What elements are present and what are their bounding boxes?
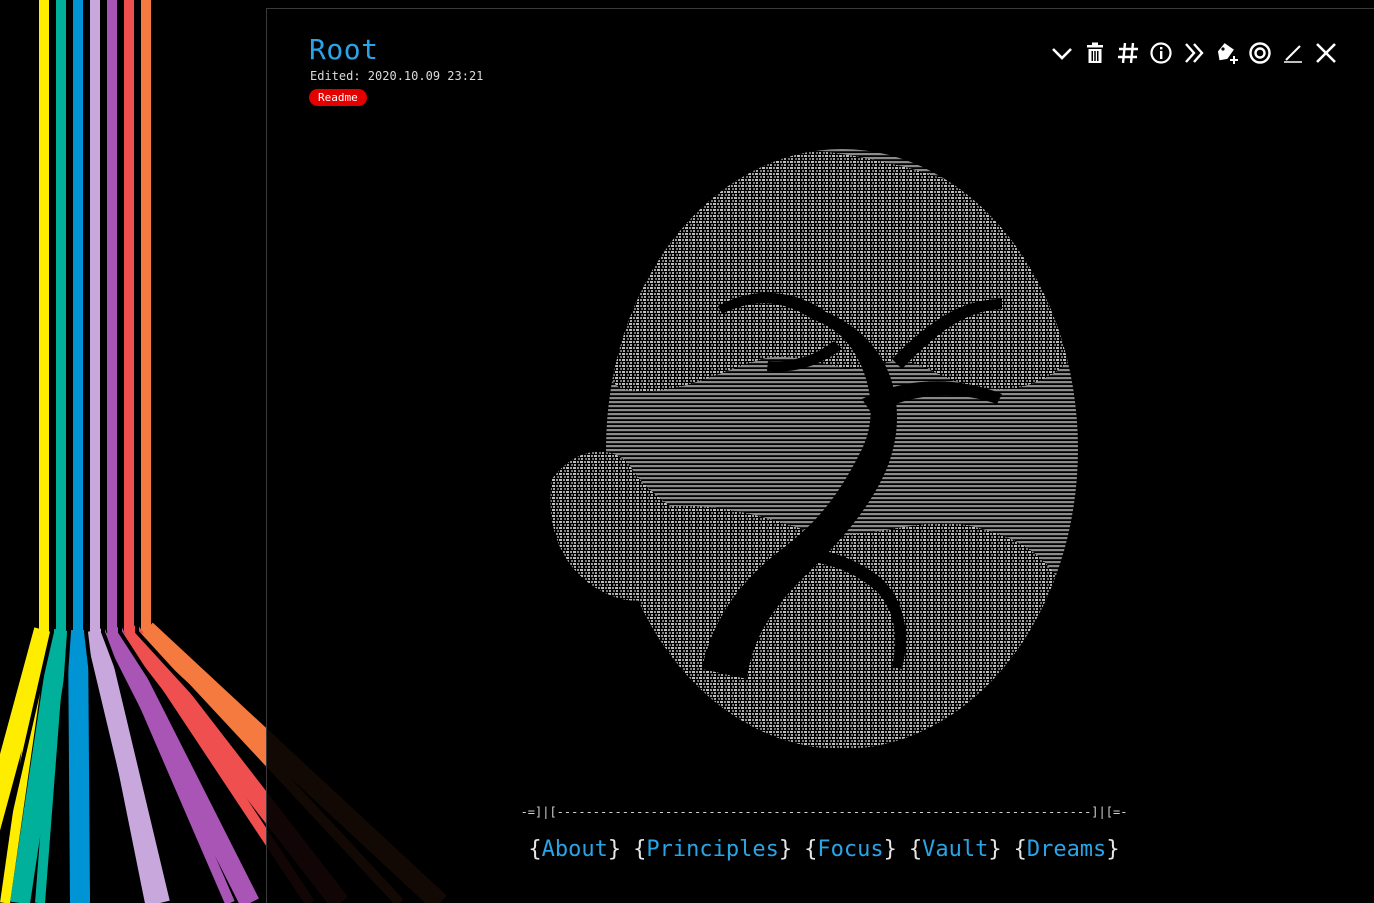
tag-add-icon [1217,43,1238,64]
nav-link-dreams[interactable]: Dreams [1027,837,1106,862]
note-toolbar [1049,39,1338,67]
nav-link-principles[interactable]: Principles [646,837,778,862]
edit-button[interactable] [1280,39,1305,67]
info-button[interactable] [1148,39,1173,67]
note-panel: Root Edited: 2020.10.09 23:21 Readme -=]… [266,8,1374,903]
close-icon [1315,43,1336,63]
tag-badge-readme[interactable]: Readme [309,89,367,106]
double-chevron-right-icon [1184,43,1204,63]
trash-icon [1086,42,1103,63]
add-tag-button[interactable] [1214,39,1239,67]
delete-button[interactable] [1082,39,1107,67]
ascii-divider: -=]|[-----------------------------------… [520,805,1128,819]
pen-icon [1283,45,1302,63]
focus-button[interactable] [1247,39,1272,67]
collapse-button[interactable] [1049,39,1074,67]
edited-timestamp: Edited: 2020.10.09 23:21 [310,69,484,83]
note-title: Root [309,33,379,66]
nav-link-about[interactable]: About [542,837,608,862]
hash-icon [1117,42,1138,64]
expand-button[interactable] [1181,39,1206,67]
ascii-art-tree-image [542,149,1112,799]
nav-link-focus[interactable]: Focus [817,837,883,862]
info-icon [1149,42,1172,64]
nav-link-vault[interactable]: Vault [922,837,988,862]
nav-links: {About} {Principles} {Focus} {Vault} {Dreams… [528,837,1120,862]
chevron-down-icon [1051,48,1072,60]
close-button[interactable] [1313,39,1338,67]
tags-button[interactable] [1115,39,1140,67]
target-icon [1248,42,1271,64]
desktop: Root Edited: 2020.10.09 23:21 Readme -=]… [0,0,1374,903]
